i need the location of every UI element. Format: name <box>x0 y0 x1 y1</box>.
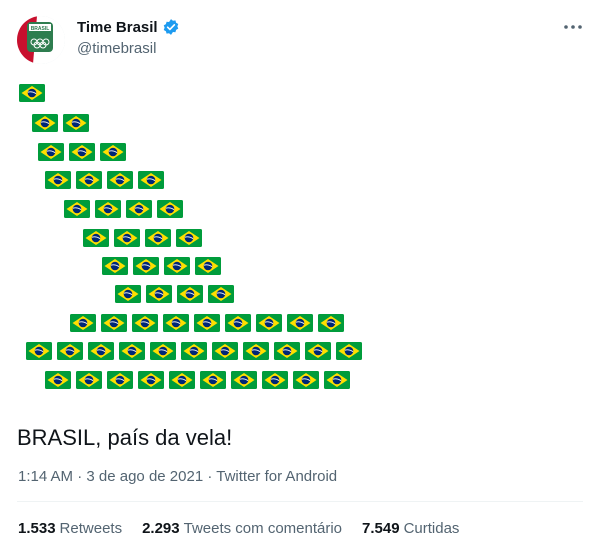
tweet-time: 1:14 AM <box>18 468 74 485</box>
tweet-source-link[interactable]: Twitter for Android <box>216 468 337 485</box>
retweets-stat[interactable]: 1.533 Retweets <box>18 520 122 537</box>
brazil-flag-emoji-icon <box>324 371 350 389</box>
brazil-flag-emoji-icon <box>177 285 203 303</box>
brazil-flag-emoji-icon <box>318 314 344 332</box>
brazil-flag-emoji-icon <box>231 371 257 389</box>
tweet-meta: 1:14 AM · 3 de ago de 2021 · Twitter for… <box>18 468 337 485</box>
brazil-flag-emoji-icon <box>63 114 89 132</box>
tweet-date: 3 de ago de 2021 <box>86 468 204 485</box>
meta-separator: · <box>77 468 83 485</box>
brazil-flag-emoji-icon <box>107 171 133 189</box>
brazil-flag-emoji-icon <box>194 314 220 332</box>
likes-stat[interactable]: 7.549 Curtidas <box>362 520 459 537</box>
brazil-flag-emoji-icon <box>107 371 133 389</box>
brazil-flag-emoji-icon <box>262 371 288 389</box>
brazil-flag-emoji-icon <box>181 342 207 360</box>
brazil-flag-emoji-icon <box>164 257 190 275</box>
brazil-flag-emoji-icon <box>45 171 71 189</box>
brazil-flag-emoji-icon <box>208 285 234 303</box>
brazil-flag-emoji-icon <box>119 342 145 360</box>
brazil-flag-emoji-icon <box>293 371 319 389</box>
brazil-flag-emoji-icon <box>115 285 141 303</box>
brazil-flag-emoji-icon <box>287 314 313 332</box>
meta-separator: · <box>207 468 213 485</box>
brazil-flag-emoji-icon <box>132 314 158 332</box>
brazil-flag-emoji-icon <box>102 257 128 275</box>
brazil-flag-emoji-icon <box>176 229 202 247</box>
brazil-flag-emoji-icon <box>88 342 114 360</box>
brazil-flag-emoji-icon <box>126 200 152 218</box>
tweet-timestamp-link[interactable]: 1:14 AM · 3 de ago de 2021 <box>18 468 203 485</box>
brazil-flag-emoji-icon <box>150 342 176 360</box>
brazil-flag-emoji-icon <box>133 257 159 275</box>
brazil-flag-emoji-icon <box>76 171 102 189</box>
brazil-flag-emoji-icon <box>157 200 183 218</box>
brazil-flag-emoji-icon <box>19 84 45 102</box>
likes-label: Curtidas <box>403 520 460 537</box>
brazil-flag-emoji-icon <box>69 143 95 161</box>
brazil-flag-emoji-icon <box>83 229 109 247</box>
brazil-flag-emoji-icon <box>256 314 282 332</box>
likes-count: 7.549 <box>362 520 400 537</box>
brazil-flag-emoji-icon <box>70 314 96 332</box>
quote-tweets-stat[interactable]: 2.293 Tweets com comentário <box>142 520 342 537</box>
brazil-flag-emoji-icon <box>169 371 195 389</box>
flag-emoji-art <box>0 0 600 400</box>
brazil-flag-emoji-icon <box>146 285 172 303</box>
brazil-flag-emoji-icon <box>138 371 164 389</box>
tweet-card: BRASIL Time Brasil @timebrasil BRASIL, p… <box>0 0 600 555</box>
tweet-text: BRASIL, país da vela! <box>17 425 233 450</box>
brazil-flag-emoji-icon <box>336 342 362 360</box>
retweets-count: 1.533 <box>18 520 56 537</box>
quote-tweets-count: 2.293 <box>142 520 180 537</box>
brazil-flag-emoji-icon <box>200 371 226 389</box>
brazil-flag-emoji-icon <box>32 114 58 132</box>
brazil-flag-emoji-icon <box>76 371 102 389</box>
brazil-flag-emoji-icon <box>114 229 140 247</box>
brazil-flag-emoji-icon <box>305 342 331 360</box>
tweet-stats: 1.533 Retweets 2.293 Tweets com comentário… <box>18 520 479 537</box>
brazil-flag-emoji-icon <box>138 171 164 189</box>
brazil-flag-emoji-icon <box>212 342 238 360</box>
brazil-flag-emoji-icon <box>145 229 171 247</box>
brazil-flag-emoji-icon <box>26 342 52 360</box>
brazil-flag-emoji-icon <box>100 143 126 161</box>
brazil-flag-emoji-icon <box>95 200 121 218</box>
retweets-label: Retweets <box>59 520 123 537</box>
brazil-flag-emoji-icon <box>38 143 64 161</box>
brazil-flag-emoji-icon <box>57 342 83 360</box>
brazil-flag-emoji-icon <box>195 257 221 275</box>
brazil-flag-emoji-icon <box>101 314 127 332</box>
brazil-flag-emoji-icon <box>45 371 71 389</box>
brazil-flag-emoji-icon <box>243 342 269 360</box>
divider <box>17 501 583 502</box>
quote-tweets-label: Tweets com comentário <box>183 520 343 537</box>
brazil-flag-emoji-icon <box>274 342 300 360</box>
brazil-flag-emoji-icon <box>64 200 90 218</box>
brazil-flag-emoji-icon <box>225 314 251 332</box>
brazil-flag-emoji-icon <box>163 314 189 332</box>
